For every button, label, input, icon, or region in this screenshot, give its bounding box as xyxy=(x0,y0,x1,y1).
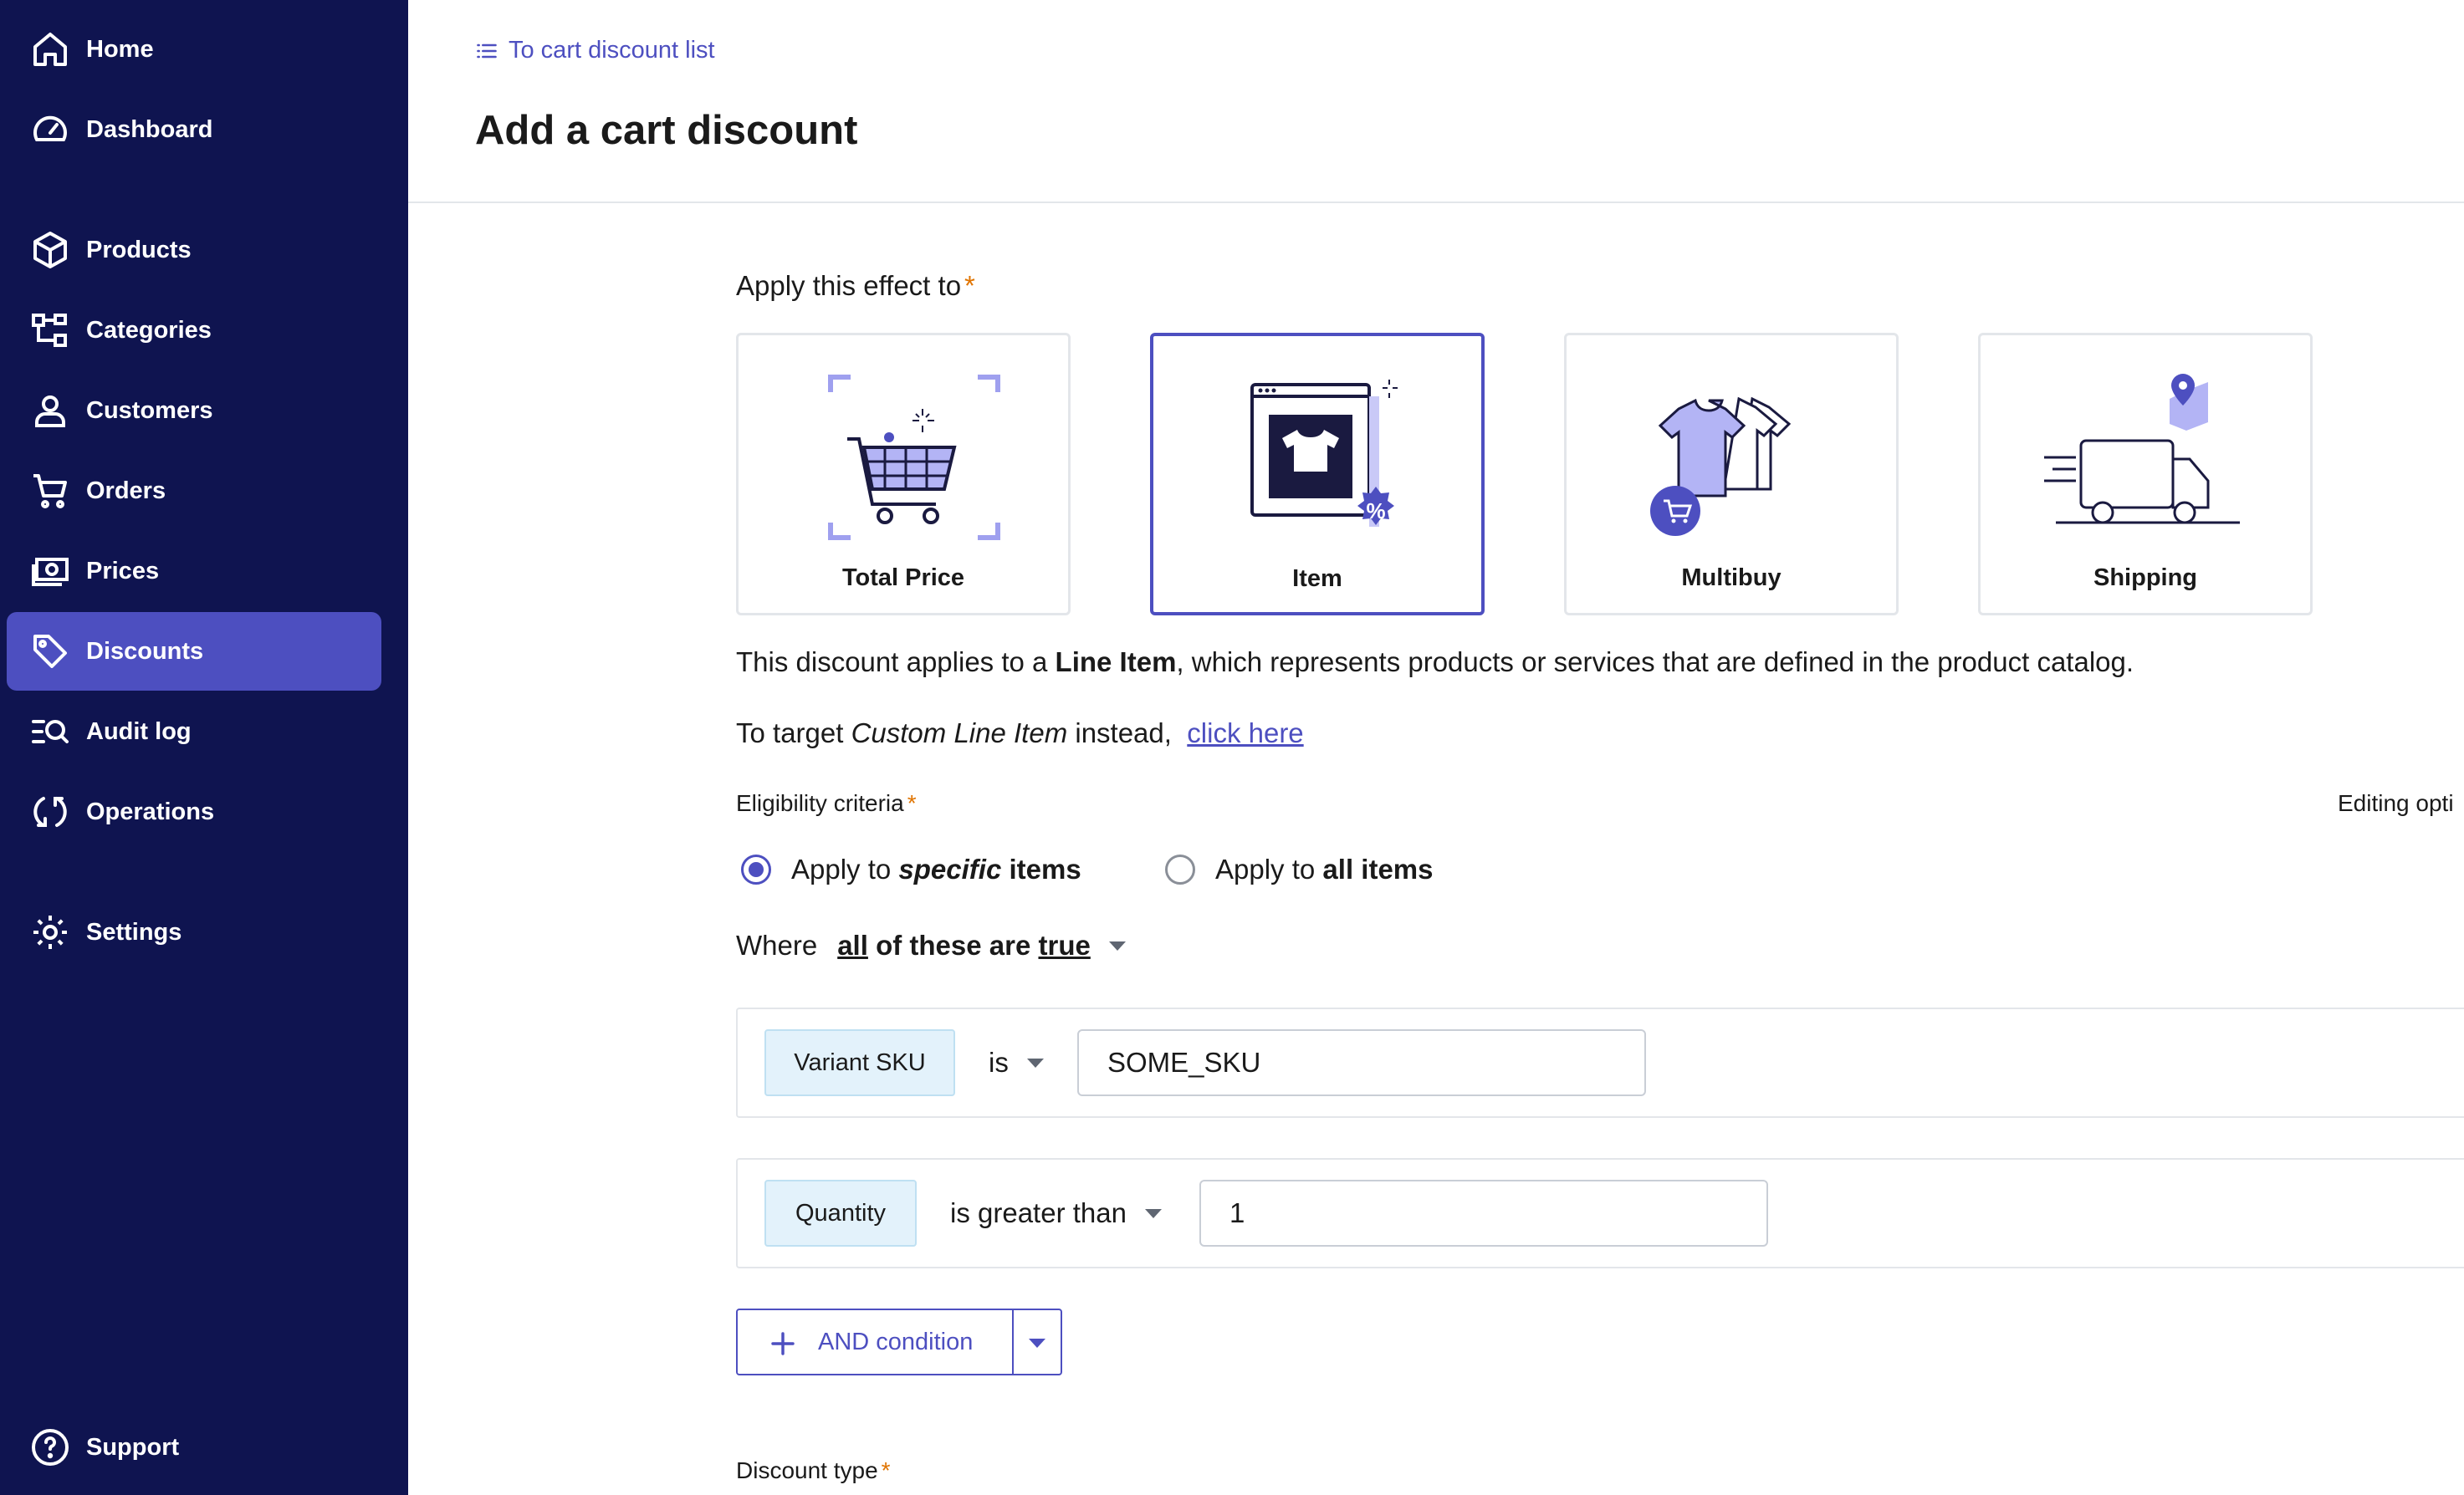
condition-row: Variant SKU is SOME_SKU xyxy=(736,1008,2464,1118)
effect-option-shipping[interactable]: Shipping xyxy=(1978,333,2313,615)
tag-icon xyxy=(30,631,70,671)
effect-option-label: Item xyxy=(1292,565,1342,592)
help-icon xyxy=(30,1427,70,1467)
sidebar-item-label: Customers xyxy=(86,396,213,424)
sidebar-item-label: Home xyxy=(86,35,154,63)
radio-circle xyxy=(741,855,771,885)
back-to-list-link[interactable]: To cart discount list xyxy=(475,37,715,64)
home-icon xyxy=(30,29,70,69)
editing-options-label[interactable]: Editing opti xyxy=(2338,790,2454,817)
plus-icon xyxy=(771,1332,795,1355)
radio-label: Apply to specific items xyxy=(791,854,1081,885)
custom-line-item-hint: To target Custom Line Item instead, clic… xyxy=(736,717,1304,748)
condition-value-input[interactable]: SOME_SKU xyxy=(1077,1029,1646,1096)
sidebar-item-audit-log[interactable]: Audit log xyxy=(7,692,381,771)
click-here-link[interactable]: click here xyxy=(1187,717,1303,748)
chevron-down-icon xyxy=(1026,1058,1044,1068)
effect-option-label: Shipping xyxy=(2093,564,2198,591)
effect-option-multibuy[interactable]: Multibuy xyxy=(1564,333,1899,615)
sidebar-item-customers[interactable]: Customers xyxy=(7,371,381,450)
radio-apply-specific[interactable]: Apply to specific items xyxy=(741,854,1081,885)
sidebar-item-products[interactable]: Products xyxy=(7,211,381,289)
sidebar-item-prices[interactable]: Prices xyxy=(7,532,381,610)
effect-label: Apply this effect to * xyxy=(736,270,975,301)
radio-apply-all[interactable]: Apply to all items xyxy=(1165,854,1434,885)
condition-field-chip[interactable]: Quantity xyxy=(764,1180,917,1247)
condition-operator-dropdown[interactable]: is greater than xyxy=(950,1180,1162,1247)
sidebar-item-label: Settings xyxy=(86,918,182,946)
sidebar-item-settings[interactable]: Settings xyxy=(7,893,381,972)
and-condition-label: AND condition xyxy=(818,1328,974,1355)
condition-row: Quantity is greater than 1 xyxy=(736,1158,2464,1268)
hierarchy-icon xyxy=(30,310,70,350)
discount-form: Apply this effect to * Total Price % Item xyxy=(736,203,2464,1495)
radio-circle xyxy=(1165,855,1195,885)
line-item-description: This discount applies to a Line Item, wh… xyxy=(736,646,2134,677)
person-icon xyxy=(30,390,70,431)
page-title: Add a cart discount xyxy=(475,108,858,153)
list-icon xyxy=(477,43,497,58)
back-link-label: To cart discount list xyxy=(509,37,715,64)
effect-option-item[interactable]: % Item xyxy=(1150,333,1485,615)
condition-operator-dropdown[interactable]: is xyxy=(989,1029,1044,1096)
page-header: To cart discount list Add a cart discoun… xyxy=(408,0,2464,203)
chevron-down-icon xyxy=(1029,1339,1045,1348)
refresh-icon xyxy=(30,792,70,832)
sidebar: Home Dashboard Products Categories Custo… xyxy=(0,0,408,1495)
svg-text:%: % xyxy=(1366,498,1385,523)
and-condition-dropdown[interactable] xyxy=(1029,1337,1045,1352)
condition-field-chip[interactable]: Variant SKU xyxy=(764,1029,955,1096)
delivery-truck-illustration xyxy=(2044,374,2240,524)
cart-icon xyxy=(30,471,70,511)
sidebar-item-label: Orders xyxy=(86,477,166,504)
eligibility-label: Eligibility criteria * xyxy=(736,790,917,816)
clothes-cart-illustration xyxy=(1650,396,1792,536)
shopping-cart-illustration xyxy=(828,375,1000,540)
sidebar-item-label: Products xyxy=(86,236,192,263)
where-label: Where xyxy=(736,930,818,961)
sidebar-item-home[interactable]: Home xyxy=(7,10,381,89)
chevron-down-icon xyxy=(1108,941,1126,951)
sidebar-item-discounts[interactable]: Discounts xyxy=(7,612,381,691)
effect-option-label: Multibuy xyxy=(1681,564,1782,591)
radio-label: Apply to all items xyxy=(1215,854,1434,885)
money-icon xyxy=(30,551,70,591)
condition-value-input[interactable]: 1 xyxy=(1199,1180,1768,1247)
sidebar-item-label: Discounts xyxy=(86,637,204,665)
sidebar-item-label: Support xyxy=(86,1433,180,1461)
tshirt-window-illustration: % xyxy=(1250,380,1398,527)
and-condition-button[interactable]: AND condition xyxy=(736,1309,1062,1375)
sidebar-item-label: Audit log xyxy=(86,717,192,745)
sidebar-item-categories[interactable]: Categories xyxy=(7,291,381,370)
button-divider xyxy=(1012,1310,1014,1374)
where-row: Where all of these are true xyxy=(736,930,1126,962)
chevron-down-icon xyxy=(1144,1208,1162,1218)
sidebar-item-label: Prices xyxy=(86,557,160,584)
discount-type-label: Discount type * xyxy=(736,1457,891,1483)
effect-option-label: Total Price xyxy=(841,564,965,591)
search-list-icon xyxy=(30,712,70,752)
sidebar-item-label: Dashboard xyxy=(86,115,213,143)
gear-icon xyxy=(30,912,70,952)
sidebar-item-dashboard[interactable]: Dashboard xyxy=(7,90,381,169)
cube-icon xyxy=(30,230,70,270)
gauge-icon xyxy=(30,110,70,150)
sidebar-item-orders[interactable]: Orders xyxy=(7,452,381,530)
where-combinator-dropdown[interactable]: all of these are true xyxy=(837,930,1126,962)
sidebar-item-label: Operations xyxy=(86,798,215,825)
sidebar-item-label: Categories xyxy=(86,316,212,344)
sidebar-item-support[interactable]: Support xyxy=(7,1408,381,1487)
sidebar-item-operations[interactable]: Operations xyxy=(7,773,381,851)
effect-option-total-price[interactable]: Total Price xyxy=(736,333,1071,615)
